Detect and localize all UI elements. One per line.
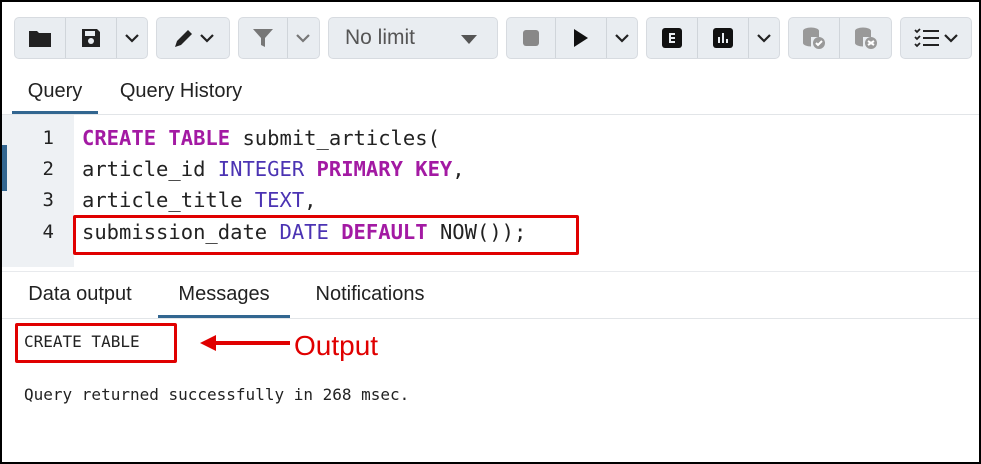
code-token: , — [304, 188, 317, 212]
tab-query[interactable]: Query — [12, 72, 98, 114]
explain-analyze-icon — [713, 28, 734, 48]
save-button[interactable] — [66, 18, 118, 58]
chevron-down-icon — [200, 33, 214, 43]
caret-down-icon — [461, 35, 477, 44]
chevron-down-icon — [615, 33, 630, 43]
code-token: , — [452, 157, 465, 181]
line-number: 1 — [42, 127, 54, 149]
stop-button[interactable] — [507, 18, 557, 58]
tab-notifications[interactable]: Notifications — [298, 272, 442, 314]
macros-group — [900, 17, 972, 59]
macros-button[interactable] — [901, 18, 971, 58]
edit-button[interactable] — [157, 18, 229, 58]
messages-panel: CREATE TABLE Output Query returned succe… — [2, 318, 979, 462]
row-limit-value[interactable]: No limit — [329, 18, 497, 58]
line-number: 2 — [42, 158, 54, 180]
highlight-box-code — [73, 215, 579, 255]
file-group — [14, 17, 148, 59]
open-file-button[interactable] — [15, 18, 67, 58]
tab-data-output[interactable]: Data output — [12, 272, 148, 314]
code-token: TEXT — [254, 188, 305, 212]
query-tool-window: No limit Query Query History 1 2 3 4 CRE… — [0, 0, 981, 464]
rollback-button[interactable] — [840, 18, 891, 58]
code-token: article_title — [82, 188, 255, 212]
code-token: INTEGER — [217, 157, 305, 181]
code-token: submit_articles( — [230, 126, 440, 150]
explain-icon — [662, 28, 683, 48]
macros-icon — [914, 28, 939, 48]
explain-button[interactable] — [647, 18, 699, 58]
play-icon — [574, 29, 589, 47]
tab-query-history[interactable]: Query History — [106, 72, 256, 114]
code-line[interactable]: CREATE TABLE submit_articles( — [82, 126, 440, 150]
filter-button[interactable] — [239, 18, 288, 58]
line-gutter: 1 2 3 4 — [2, 115, 74, 267]
query-tabs: Query Query History — [2, 72, 979, 115]
highlight-box-output — [15, 323, 177, 363]
code-token: CREATE TABLE — [82, 126, 231, 150]
rollback-icon — [854, 27, 877, 49]
execute-group — [506, 17, 638, 59]
commit-icon — [803, 27, 825, 49]
stop-icon — [523, 30, 540, 46]
line-number: 4 — [42, 221, 54, 243]
filter-options-button[interactable] — [288, 18, 319, 58]
code-line[interactable]: article_title TEXT, — [82, 188, 317, 212]
explain-analyze-button[interactable] — [698, 18, 750, 58]
toolbar: No limit — [2, 2, 979, 72]
transaction-group — [788, 17, 892, 59]
filter-icon — [252, 29, 273, 47]
code-token: article_id — [82, 157, 218, 181]
edit-group — [156, 17, 230, 59]
filter-group — [238, 17, 320, 59]
row-limit-select[interactable]: No limit — [328, 17, 498, 59]
tab-messages[interactable]: Messages — [158, 272, 290, 318]
row-limit-text: No limit — [345, 26, 416, 49]
chevron-down-icon — [757, 33, 772, 43]
commit-button[interactable] — [789, 18, 841, 58]
arrow-left-icon — [200, 335, 290, 351]
sql-editor[interactable]: 1 2 3 4 CREATE TABLE submit_articles( ar… — [2, 115, 979, 267]
folder-icon — [29, 31, 52, 47]
chevron-down-icon — [944, 33, 958, 43]
code-token: PRIMARY KEY — [316, 157, 453, 181]
pen-icon — [175, 30, 192, 47]
chevron-down-icon — [125, 33, 140, 43]
explain-options-button[interactable] — [749, 18, 779, 58]
chevron-down-icon — [296, 33, 311, 43]
execute-button[interactable] — [556, 18, 608, 58]
status-message: Query returned successfully in 268 msec. — [24, 385, 410, 404]
save-icon — [82, 29, 101, 47]
save-options-button[interactable] — [117, 18, 147, 58]
output-tabs: Data output Messages Notifications — [2, 271, 979, 319]
annotation-label: Output — [294, 330, 379, 361]
explain-group — [646, 17, 780, 59]
line-number: 3 — [42, 189, 54, 211]
execute-options-button[interactable] — [607, 18, 637, 58]
code-line[interactable]: article_id INTEGER PRIMARY KEY, — [82, 157, 465, 181]
